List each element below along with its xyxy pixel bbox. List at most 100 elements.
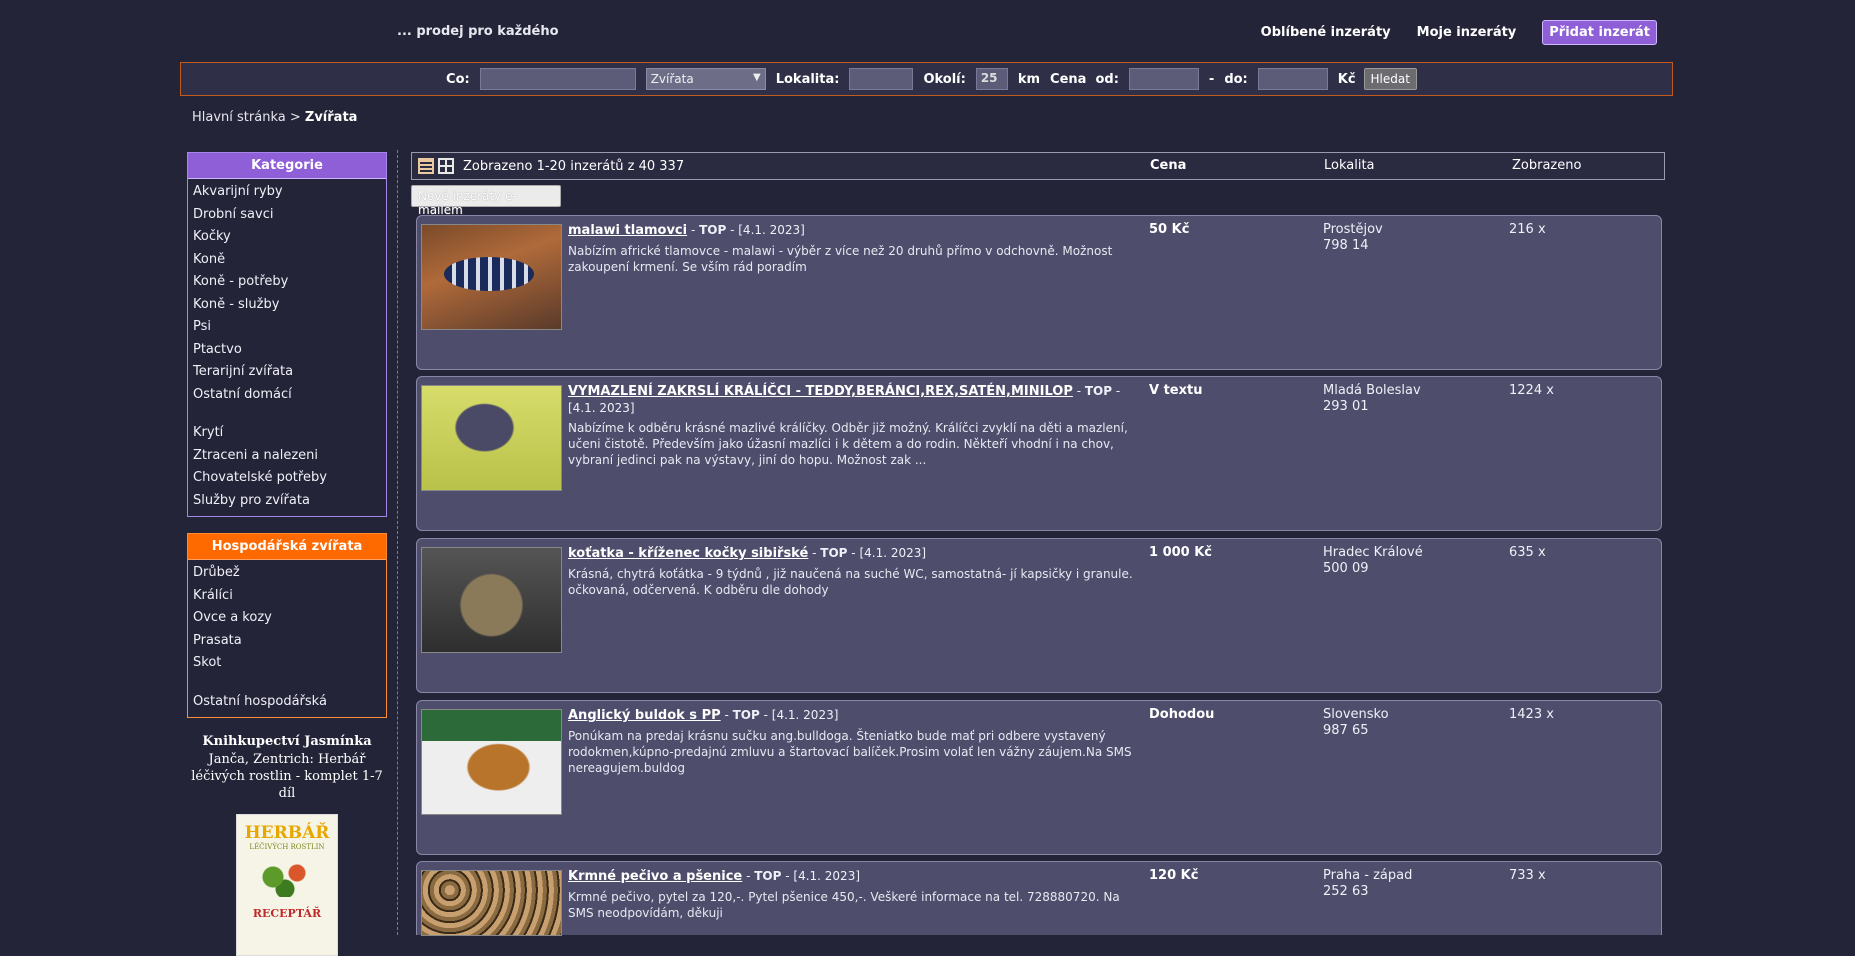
chevron-down-icon: ▼: [753, 72, 761, 83]
ad-location: Slovensko 987 65: [1323, 707, 1389, 739]
farm-item[interactable]: Ovce a kozy: [193, 608, 381, 631]
ad-price: 1 000 Kč: [1149, 545, 1213, 560]
ad-row[interactable]: malawi tlamovci - TOP - [4.1. 2023] Nabí…: [416, 215, 1662, 370]
ad-photo[interactable]: [421, 547, 562, 653]
ad-row[interactable]: Anglický buldok s PP - TOP - [4.1. 2023]…: [416, 700, 1662, 855]
category-item[interactable]: Ptactvo: [193, 340, 381, 363]
header: ... prodej pro každého Oblíbené inzeráty…: [0, 0, 1855, 62]
search-button[interactable]: Hledat: [1363, 68, 1417, 90]
ad-views: 635 x: [1509, 545, 1546, 560]
breadcrumb-current: Zvířata: [304, 110, 358, 125]
category-item[interactable]: Psi: [193, 317, 381, 340]
favorite-ads-link[interactable]: Oblíbené inzeráty: [1261, 25, 1391, 40]
category-item[interactable]: Drobní savci: [193, 205, 381, 228]
farm-spacer: [193, 676, 381, 692]
ad-location: Mladá Boleslav 293 01: [1323, 383, 1421, 415]
result-count: Zobrazeno 1-20 inzerátů z 40 337: [463, 159, 685, 174]
category-item[interactable]: Kočky: [193, 227, 381, 250]
ad-zip: 798 14: [1323, 238, 1369, 253]
location-input[interactable]: [849, 68, 914, 90]
farm-item[interactable]: Skot: [193, 653, 381, 676]
farm-animals-box: Hospodářská zvířata Drůbež Králíci Ovce …: [187, 533, 387, 718]
ad-date: [4.1. 2023]: [738, 223, 805, 237]
email-subscribe-button[interactable]: Nové inzeráty e-mailem: [411, 185, 561, 217]
ad-date: [4.1. 2023]: [859, 546, 927, 560]
my-ads-link[interactable]: Moje inzeráty: [1417, 25, 1517, 40]
category-item[interactable]: Krytí: [193, 423, 381, 446]
ad-city: Prostějov: [1323, 222, 1383, 237]
ad-city: Hradec Králové: [1323, 545, 1423, 560]
radius-input[interactable]: 25: [975, 68, 1008, 90]
ad-title-link[interactable]: Krmné pečivo a pšenice: [568, 869, 742, 884]
column-divider: [397, 150, 398, 935]
ad-price: 50 Kč: [1149, 222, 1190, 237]
ad-top-tag: TOP: [1084, 384, 1113, 398]
column-views-header[interactable]: Zobrazeno: [1512, 158, 1581, 173]
ad-title-link[interactable]: Anglický buldok s PP: [568, 708, 721, 723]
ad-date: [4.1. 2023]: [771, 708, 839, 722]
ad-description: Ponúkam na predaj krásnu sučku ang.bulld…: [568, 729, 1132, 775]
breadcrumb-home[interactable]: Hlavní stránka: [192, 110, 286, 125]
ad-row[interactable]: VYMAZLENÍ ZAKRSLÍ KRÁLÍČCI - TEDDY,BERÁN…: [416, 376, 1662, 531]
ad-top-tag: TOP: [754, 869, 782, 883]
category-item[interactable]: Služby pro zvířata: [193, 491, 381, 514]
ad-row[interactable]: koťatka - kříženec kočky sibiřské - TOP …: [416, 538, 1662, 693]
ad-photo[interactable]: [421, 224, 562, 330]
ad-row[interactable]: Krmné pečivo a pšenice - TOP - [4.1. 202…: [416, 861, 1662, 936]
ad-top-tag: TOP: [820, 546, 848, 560]
ad-photo[interactable]: [421, 709, 562, 815]
category-item[interactable]: Ztraceni a nalezeni: [193, 446, 381, 469]
ad-city: Mladá Boleslav: [1323, 383, 1421, 398]
category-item[interactable]: Terarijní zvířata: [193, 362, 381, 385]
categories-box: Kategorie Akvarijní ryby Drobní savci Ko…: [187, 152, 387, 517]
ad-zip: 987 65: [1323, 723, 1369, 738]
ad-photo[interactable]: [421, 385, 562, 491]
grid-view-icon[interactable]: [438, 158, 454, 174]
category-item[interactable]: Koně: [193, 250, 381, 273]
ad-city: Slovensko: [1323, 707, 1389, 722]
ad-top-tag: TOP: [699, 223, 727, 237]
category-select[interactable]: Zvířata ▼: [645, 68, 766, 90]
ad-description: Krmné pečivo, pytel za 120,-. Pytel pšen…: [568, 890, 1120, 920]
ad-price: Dohodou: [1149, 707, 1215, 722]
ad-zip: 500 09: [1323, 561, 1369, 576]
ad-photo[interactable]: [421, 870, 562, 936]
category-item[interactable]: Chovatelské potřeby: [193, 468, 381, 491]
herb-illustration: [255, 857, 315, 897]
price-to-input[interactable]: [1257, 68, 1328, 90]
ad-location: Hradec Králové 500 09: [1323, 545, 1423, 577]
column-location-header[interactable]: Lokalita: [1324, 158, 1375, 173]
location-label: Lokalita:: [775, 71, 840, 87]
category-item[interactable]: Ostatní domácí: [193, 385, 381, 408]
farm-item[interactable]: Drůbež: [193, 563, 381, 586]
top-links: Oblíbené inzeráty Moje inzeráty Přidat i…: [1261, 20, 1657, 45]
promo-title: Knihkupectví Jasmínka: [202, 734, 372, 749]
column-price-header[interactable]: Cena: [1150, 158, 1186, 173]
ad-views: 1224 x: [1509, 383, 1554, 398]
search-bar: Co: Zvířata ▼ Lokalita: Okolí: 25 km Cena…: [180, 62, 1673, 96]
ad-title-link[interactable]: koťatka - kříženec kočky sibiřské: [568, 546, 808, 561]
farm-item[interactable]: Prasata: [193, 631, 381, 654]
what-label: Co:: [446, 71, 470, 87]
category-item[interactable]: Akvarijní ryby: [193, 182, 381, 205]
breadcrumb: Hlavní stránka > Zvířata: [192, 110, 357, 125]
book-cover-bottom: RECEPTÁŘ: [252, 907, 322, 920]
farm-item[interactable]: Ostatní hospodářská: [193, 692, 381, 715]
sidebar: Kategorie Akvarijní ryby Drobní savci Ko…: [187, 152, 387, 956]
list-view-icon[interactable]: [418, 158, 434, 174]
ad-zip: 293 01: [1323, 399, 1369, 414]
price-from-input[interactable]: [1128, 68, 1199, 90]
ad-views: 1423 x: [1509, 707, 1554, 722]
ad-location: Praha - západ 252 63: [1323, 868, 1412, 900]
what-input[interactable]: [479, 68, 636, 90]
add-ad-button[interactable]: Přidat inzerát: [1542, 20, 1657, 45]
farm-animals-title: Hospodářská zvířata: [188, 534, 386, 560]
price-dash: -: [1208, 71, 1215, 87]
farm-item[interactable]: Králíci: [193, 586, 381, 609]
category-item[interactable]: Koně - služby: [193, 295, 381, 318]
ad-title-link[interactable]: VYMAZLENÍ ZAKRSLÍ KRÁLÍČCI - TEDDY,BERÁN…: [568, 384, 1073, 399]
category-item[interactable]: Koně - potřeby: [193, 272, 381, 295]
ad-views: 733 x: [1509, 868, 1546, 883]
bookstore-promo[interactable]: Knihkupectví Jasmínka Janča, Zentrich: H…: [187, 734, 387, 956]
ad-title-link[interactable]: malawi tlamovci: [568, 223, 687, 238]
